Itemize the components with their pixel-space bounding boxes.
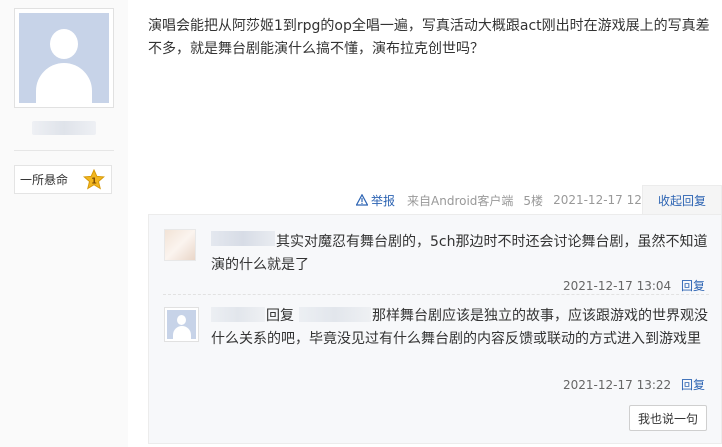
reply-username-blurred[interactable] [211, 231, 275, 246]
default-avatar-icon [167, 310, 196, 339]
collapse-replies-button[interactable]: 收起回复 [642, 185, 722, 215]
say-something-button[interactable]: 我也说一句 [629, 405, 707, 431]
reply-content: 其实对魔忍有舞台剧的，5ch那边时不时还会讨论舞台剧，虽然不知道演的什么就是了 [211, 234, 708, 273]
reply-to-label: 回复 [266, 308, 294, 324]
reply-panel: 其实对魔忍有舞台剧的，5ch那边时不时还会讨论舞台剧，虽然不知道演的什么就是了 … [148, 214, 722, 444]
star-badge-icon: 1 [83, 169, 105, 190]
post-content: 演唱会能把从阿莎姬1到rpg的op全唱一遍，写真活动大概跟act刚出时在游戏展上… [148, 18, 710, 57]
reply-timestamp: 2021-12-17 13:04 [563, 279, 672, 293]
author-avatar[interactable] [14, 8, 114, 108]
author-sidebar: 一所悬命 1 [0, 0, 128, 447]
rank-label: 一所悬命 [20, 173, 69, 187]
reply-divider [163, 294, 709, 295]
report-link[interactable]: 举报 [356, 192, 395, 209]
reply-link[interactable]: 回复 [681, 378, 705, 392]
default-avatar-icon [19, 13, 109, 103]
reply-time: 2021-12-17 13:22 回复 [563, 376, 705, 393]
author-rank-badge[interactable]: 一所悬命 1 [14, 165, 112, 194]
reply-avatar[interactable] [164, 229, 196, 261]
rank-level: 1 [91, 177, 97, 186]
reply-avatar[interactable] [164, 307, 199, 342]
reply-username-blurred[interactable] [211, 307, 265, 322]
reply-timestamp: 2021-12-17 13:22 [563, 378, 672, 392]
author-username-blurred[interactable] [32, 121, 96, 135]
sidebar-divider [14, 150, 114, 151]
post-floor: 5楼 [523, 193, 544, 208]
reply-target-username-blurred[interactable] [299, 307, 371, 322]
reply-link[interactable]: 回复 [681, 279, 705, 293]
post-source: 来自Android客户端 [407, 193, 514, 208]
report-label[interactable]: 举报 [371, 192, 395, 209]
reply-content: 回复 那样舞台剧应该是独立的故事，应该跟游戏的世界观没什么关系的吧，毕竟没见过有什… [211, 305, 716, 351]
reply-time: 2021-12-17 13:04 回复 [563, 277, 705, 294]
warning-triangle-icon [356, 194, 368, 206]
post-meta: 举报 来自Android客户端 5楼 2021-12-17 12:51 [356, 192, 661, 209]
